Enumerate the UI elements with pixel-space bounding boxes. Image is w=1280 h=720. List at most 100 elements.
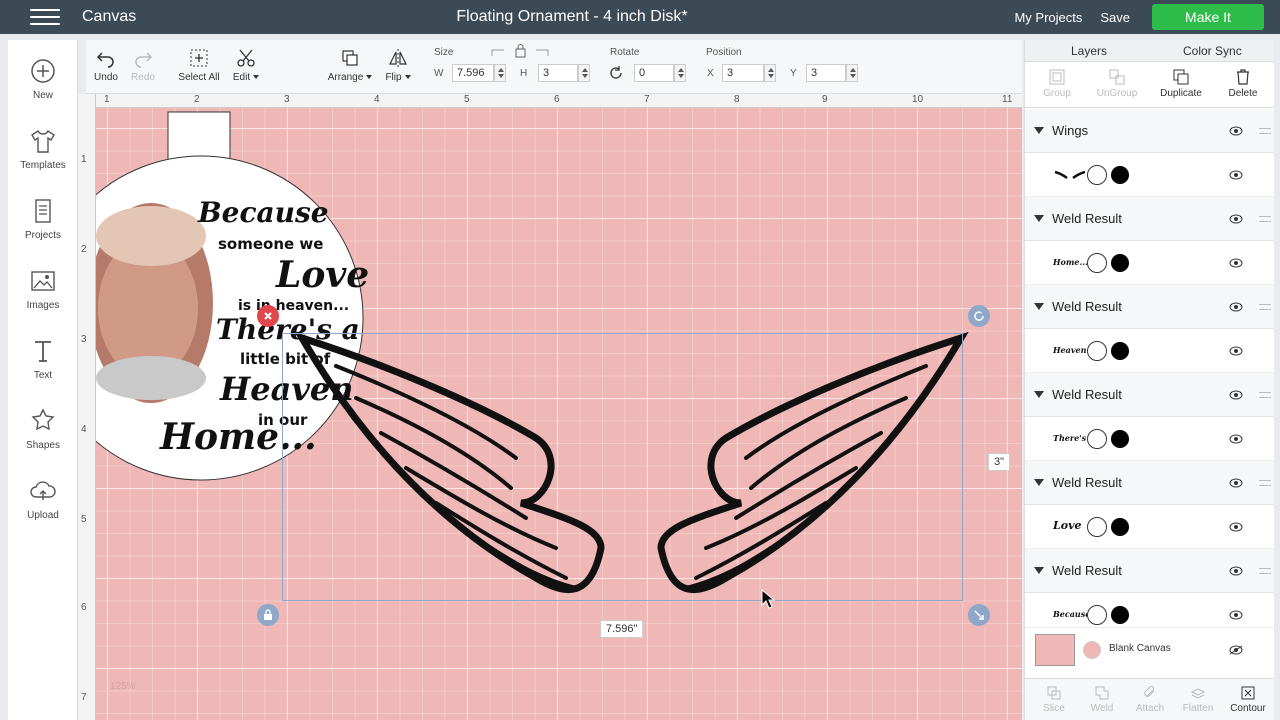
collapse-triangle-icon[interactable] [1034,391,1044,398]
layer-item[interactable] [1025,153,1275,197]
rail-new[interactable]: New [8,56,78,101]
layer-color-swatch[interactable] [1111,342,1129,360]
ungroup-button[interactable]: UnGroup [1087,68,1147,99]
layer-group-weld-result[interactable]: Weld Result [1025,197,1275,241]
visibility-eye-icon[interactable] [1229,346,1243,356]
layer-group-wings[interactable]: Wings [1025,109,1275,153]
visibility-eye-icon[interactable] [1229,478,1243,488]
edit-menu-button[interactable]: Edit [228,47,264,83]
y-stepper[interactable] [846,64,858,82]
collapse-triangle-icon[interactable] [1034,303,1044,310]
layer-color-swatch[interactable] [1111,166,1129,184]
cut-operation-icon[interactable] [1087,165,1107,185]
rail-images[interactable]: Images [8,266,78,311]
visibility-eye-icon[interactable] [1229,258,1243,268]
cut-operation-icon[interactable] [1087,429,1107,449]
layer-color-swatch[interactable] [1111,430,1129,448]
collapse-triangle-icon[interactable] [1034,127,1044,134]
redo-button[interactable]: Redo [128,47,158,83]
layer-item[interactable]: Home... [1025,241,1275,285]
layer-group-weld-result[interactable]: Weld Result [1025,549,1275,593]
visibility-eye-icon[interactable] [1229,126,1243,136]
layer-item[interactable]: There's a [1025,417,1275,461]
visibility-eye-icon[interactable] [1229,566,1243,576]
layer-color-swatch[interactable] [1111,254,1129,272]
save-button[interactable]: Save [1100,10,1130,25]
drag-handle-icon[interactable] [1259,216,1271,222]
cut-operation-icon[interactable] [1087,341,1107,361]
cut-operation-icon[interactable] [1087,253,1107,273]
make-it-button[interactable]: Make It [1152,4,1264,30]
duplicate-label: Duplicate [1160,88,1202,99]
width-stepper[interactable] [494,64,506,82]
delete-handle-icon[interactable] [257,305,279,327]
x-input[interactable]: 3 [722,64,764,82]
visibility-eye-icon[interactable] [1229,302,1243,312]
flip-menu-button[interactable]: Flip [380,47,416,83]
lock-handle-icon[interactable] [257,604,279,626]
height-input[interactable]: 3 [538,64,578,82]
cut-operation-icon[interactable] [1087,605,1107,625]
visibility-eye-icon[interactable] [1229,610,1243,620]
layer-item[interactable]: Heaven [1025,329,1275,373]
rotate-input[interactable]: 0 [634,64,674,82]
x-stepper[interactable] [764,64,776,82]
drag-handle-icon[interactable] [1259,304,1271,310]
layer-group-weld-result[interactable]: Weld Result [1025,285,1275,329]
group-button[interactable]: Group [1027,68,1087,99]
layer-thumbnail: There's a [1053,433,1087,443]
blank-canvas-color-dot[interactable] [1083,641,1101,659]
rail-shapes[interactable]: Shapes [8,406,78,451]
collapse-triangle-icon[interactable] [1034,567,1044,574]
y-input[interactable]: 3 [806,64,846,82]
hamburger-menu-icon[interactable] [30,7,60,27]
zoom-level[interactable]: 125% [110,681,136,692]
delete-button[interactable]: Delete [1213,68,1273,99]
flatten-button[interactable]: Flatten [1173,685,1223,714]
layer-group-weld-result[interactable]: Weld Result [1025,461,1275,505]
rail-text[interactable]: Text [8,336,78,381]
drag-handle-icon[interactable] [1259,128,1271,134]
tab-color-sync[interactable]: Color Sync [1183,44,1242,58]
visibility-eye-icon[interactable] [1229,434,1243,444]
layer-color-swatch[interactable] [1111,518,1129,536]
drag-handle-icon[interactable] [1259,392,1271,398]
resize-handle-icon[interactable] [968,604,990,626]
visibility-eye-icon[interactable] [1229,390,1243,400]
lock-aspect-icon[interactable] [490,44,550,58]
design-canvas[interactable]: Because someone we Love is in heaven... … [96,108,1022,720]
contour-button[interactable]: Contour [1223,685,1273,714]
drag-handle-icon[interactable] [1259,480,1271,486]
panel-scrollbar[interactable] [1274,40,1280,720]
my-projects-link[interactable]: My Projects [1014,10,1082,25]
layer-color-swatch[interactable] [1111,606,1129,624]
attach-button[interactable]: Attach [1125,685,1175,714]
layer-item[interactable]: Because [1025,593,1275,628]
hidden-eye-icon[interactable] [1229,645,1243,655]
undo-button[interactable]: Undo [90,47,122,83]
width-input[interactable]: 7.596 [452,64,494,82]
visibility-eye-icon[interactable] [1229,214,1243,224]
height-stepper[interactable] [578,64,590,82]
tab-layers[interactable]: Layers [1071,44,1107,58]
arrange-menu-button[interactable]: Arrange [322,47,378,83]
weld-button[interactable]: Weld [1077,685,1127,714]
layer-item[interactable]: Love [1025,505,1275,549]
rail-projects[interactable]: Projects [8,196,78,241]
rail-upload[interactable]: Upload [8,476,78,521]
rotate-stepper[interactable] [674,64,686,82]
collapse-triangle-icon[interactable] [1034,215,1044,222]
select-all-button[interactable]: Select All [178,47,220,83]
blank-canvas-row[interactable]: Blank Canvas [1025,628,1275,672]
slice-button[interactable]: Slice [1029,685,1079,714]
drag-handle-icon[interactable] [1259,568,1271,574]
visibility-eye-icon[interactable] [1229,170,1243,180]
blank-canvas-swatch[interactable] [1035,634,1075,666]
visibility-eye-icon[interactable] [1229,522,1243,532]
rotate-handle-icon[interactable] [968,305,990,327]
collapse-triangle-icon[interactable] [1034,479,1044,486]
rail-templates[interactable]: Templates [8,126,78,171]
duplicate-button[interactable]: Duplicate [1151,68,1211,99]
layer-group-weld-result[interactable]: Weld Result [1025,373,1275,417]
cut-operation-icon[interactable] [1087,517,1107,537]
